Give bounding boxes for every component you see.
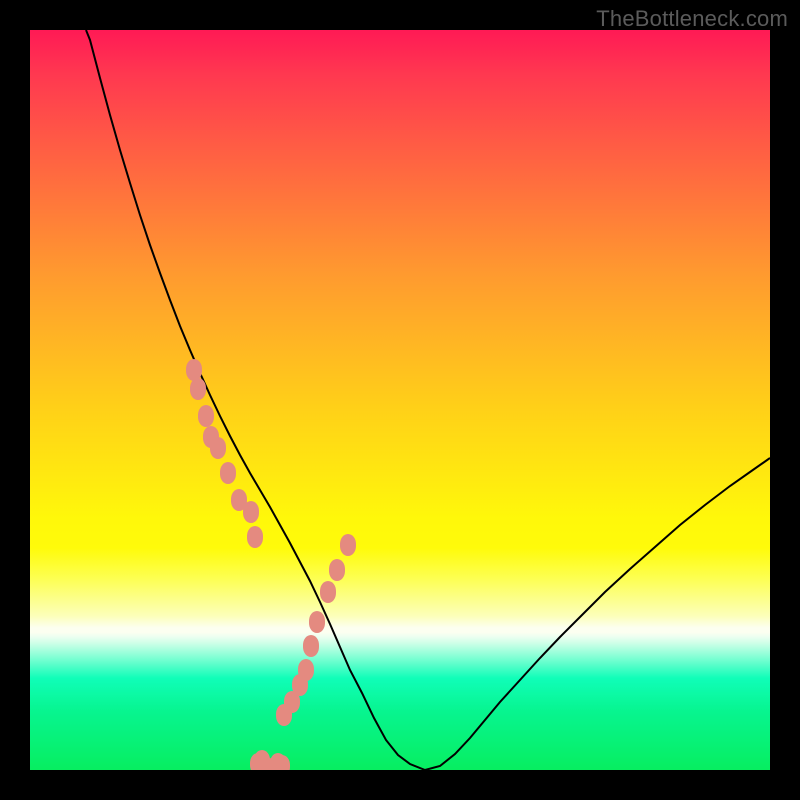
data-marker: [198, 405, 214, 427]
data-marker: [186, 359, 202, 381]
data-marker: [329, 559, 345, 581]
data-marker: [298, 659, 314, 681]
data-marker: [247, 526, 263, 548]
data-marker: [220, 462, 236, 484]
data-marker: [320, 581, 336, 603]
data-marker: [340, 534, 356, 556]
data-marker: [190, 378, 206, 400]
data-marker: [210, 437, 226, 459]
watermark-text: TheBottleneck.com: [596, 6, 788, 32]
bottleneck-curve: [86, 30, 770, 770]
chart-svg: [30, 30, 770, 770]
plot-area: [30, 30, 770, 770]
chart-frame: TheBottleneck.com: [0, 0, 800, 800]
data-marker: [303, 635, 319, 657]
data-marker: [243, 501, 259, 523]
data-marker: [309, 611, 325, 633]
